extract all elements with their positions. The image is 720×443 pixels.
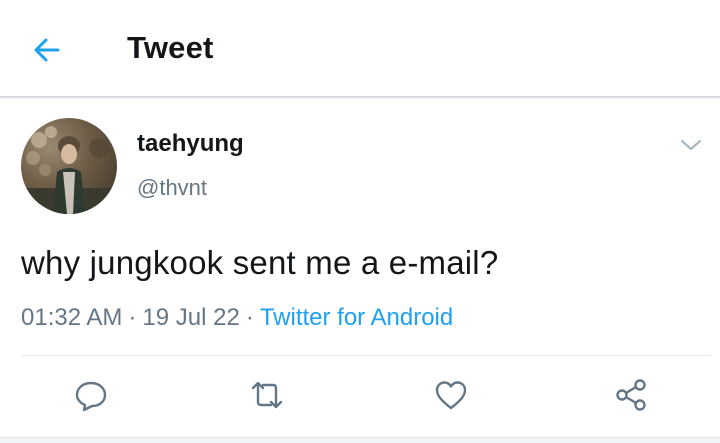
share-icon bbox=[616, 379, 646, 411]
reply-button[interactable] bbox=[68, 372, 114, 418]
tweet-meta: 01:32 AM · 19 Jul 22 · Twitter for Android bbox=[21, 304, 453, 332]
user-handle[interactable]: @thvnt bbox=[137, 175, 207, 201]
retweet-icon bbox=[251, 381, 283, 409]
top-app-bar: Tweet bbox=[0, 0, 720, 98]
tweet-date: 19 Jul 22 bbox=[142, 304, 240, 331]
chevron-down-icon bbox=[680, 139, 702, 151]
tweet-text: why jungkook sent me a e-mail? bbox=[21, 244, 499, 281]
bottom-divider bbox=[0, 437, 720, 443]
divider bbox=[21, 355, 711, 356]
share-button[interactable] bbox=[608, 372, 654, 418]
page-title: Tweet bbox=[127, 30, 214, 65]
tweet-time: 01:32 AM bbox=[21, 304, 123, 331]
avatar[interactable] bbox=[21, 118, 117, 214]
meta-separator: · bbox=[128, 304, 137, 331]
display-name[interactable]: taehyung bbox=[137, 130, 244, 158]
more-options-button[interactable] bbox=[678, 134, 704, 156]
tweet-source-link[interactable]: Twitter for Android bbox=[260, 304, 453, 331]
like-button[interactable] bbox=[428, 372, 474, 418]
reply-icon bbox=[75, 381, 107, 412]
heart-icon bbox=[435, 381, 467, 410]
back-button[interactable] bbox=[30, 33, 64, 67]
tweet-action-bar bbox=[0, 372, 720, 422]
retweet-button[interactable] bbox=[244, 372, 290, 418]
meta-separator: · bbox=[245, 304, 254, 331]
arrow-left-icon bbox=[34, 38, 60, 62]
avatar-photo bbox=[21, 126, 117, 214]
